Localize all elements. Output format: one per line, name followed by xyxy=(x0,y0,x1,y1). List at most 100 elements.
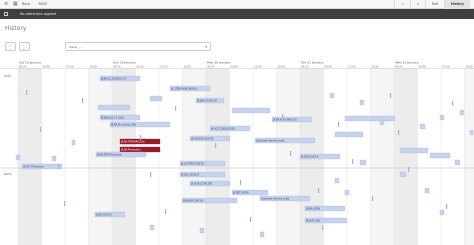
event-label: JE.BA.ALTAS xyxy=(305,208,321,211)
timeline: Sat 18 January 00:00 06:00 12:00 18:00 Sun 19… xyxy=(0,60,474,245)
page-title: History xyxy=(5,25,27,32)
event-label: JE.SET.GATAS xyxy=(232,192,249,195)
event-bar xyxy=(329,92,335,99)
event-tick xyxy=(175,106,177,111)
event-label: JK.BA.TRP Production xyxy=(96,154,123,157)
breadcrumb-basic[interactable]: Basic xyxy=(22,2,30,6)
history-button[interactable]: History xyxy=(443,0,470,9)
event-label: JE.SA.TRP2.CSEI.5A xyxy=(180,163,204,166)
event-bar xyxy=(334,131,364,138)
event-tick xyxy=(64,201,66,206)
hour-label: 12:00 xyxy=(254,65,262,69)
hour-label: 12:00 xyxy=(442,65,450,69)
event-tick xyxy=(282,114,284,119)
event-label: JK.ALTS.20000.3020 xyxy=(210,128,235,131)
event-bar xyxy=(231,107,271,114)
event-tick xyxy=(165,209,167,214)
selection-icon[interactable] xyxy=(4,12,8,16)
menu-icon[interactable]: ≡ xyxy=(4,1,9,7)
event-label: JK.BA.ALTS.ARA.200 xyxy=(272,119,297,122)
event-bar xyxy=(199,227,205,234)
event-bar xyxy=(429,152,451,159)
event-label: JK.JAALTA.200.5A xyxy=(182,200,204,203)
event-bar xyxy=(149,95,163,102)
event-bar xyxy=(359,99,365,106)
event-label: JK_1ZBA.RAN.20006.5 xyxy=(170,88,198,91)
event-tick xyxy=(250,217,252,222)
event-label: JK.ALTS.ALTS.A xyxy=(300,156,319,159)
event-label: JK.BA.200.5A xyxy=(95,214,112,217)
night-shade xyxy=(206,68,230,245)
event-bar xyxy=(97,104,131,111)
prev-button[interactable]: « ‹ xyxy=(5,42,16,51)
event-tick xyxy=(290,151,292,156)
hour-label: 06:00 xyxy=(325,65,333,69)
event-bar xyxy=(71,139,76,146)
event-bar xyxy=(424,187,430,194)
event-bar xyxy=(399,171,407,178)
event-label: JE.BAS.20100.5A xyxy=(196,100,217,103)
event-bar xyxy=(379,119,385,126)
event-bar xyxy=(359,159,367,166)
selection-status: No selections applied xyxy=(20,12,57,16)
event-tick xyxy=(82,98,84,103)
breadcrumb-current[interactable]: BOSS xyxy=(38,2,47,6)
evening-shade xyxy=(182,68,206,245)
event-tick xyxy=(390,93,392,98)
hour-label: 00:00 xyxy=(301,65,309,69)
grid-icon[interactable]: ▦ xyxy=(13,1,18,7)
event-bar xyxy=(15,154,21,161)
edit-button[interactable]: Edit xyxy=(424,0,444,9)
event-label: JE.BA.15.200501 A73 xyxy=(100,78,127,81)
event-label: JE.ALTS.CSTN.200 xyxy=(190,183,213,186)
event-label: Customer Service Lines xyxy=(261,198,290,201)
event-bar xyxy=(469,129,474,136)
event-tick xyxy=(150,172,152,177)
next-button[interactable]: › » xyxy=(19,42,30,51)
event-tick xyxy=(40,127,42,132)
top-toolbar: ≡ ▦ Basic BOSS ▭ ▯ Edit History xyxy=(0,0,474,9)
event-bar xyxy=(399,147,429,154)
event-bar xyxy=(344,115,396,122)
hour-label: 06:00 xyxy=(231,65,239,69)
event-label: JK.BA.Production.200 xyxy=(110,124,137,127)
hour-label: 18:00 xyxy=(184,65,192,69)
event-bar xyxy=(459,109,465,116)
bookmark-icon[interactable]: ▭ xyxy=(394,0,410,9)
chevron-down-icon: ▾ xyxy=(205,45,207,49)
event-label: JS.BA.Production xyxy=(120,149,141,152)
evening-shade xyxy=(464,68,474,245)
event-tick xyxy=(352,159,354,164)
hour-label: 18:00 xyxy=(466,65,474,69)
event-label: JE.ALTS.200 xyxy=(305,220,320,223)
event-tick xyxy=(318,188,320,193)
nav-controls: « ‹ › » xyxy=(5,42,33,51)
timeline-canvas: Sat 18 January00:00 06:00 12:00 18:00Sun 19… xyxy=(0,61,474,245)
event-bar xyxy=(439,114,445,121)
event-tick xyxy=(26,90,28,95)
hour-label: 12:00 xyxy=(348,65,356,69)
date-label: Sat 18 January xyxy=(19,61,41,65)
hour-label: 12:00 xyxy=(66,65,74,69)
event-bar xyxy=(51,155,57,162)
hour-label: 06:00 xyxy=(43,65,51,69)
event-label: JE.ALT.ALTA.200 2B xyxy=(190,138,214,141)
event-bar xyxy=(454,159,461,166)
event-bar xyxy=(259,231,265,238)
event-tick xyxy=(452,101,454,106)
selection-bar: No selections applied xyxy=(0,9,474,19)
hour-label: 06:00 xyxy=(419,65,427,69)
lane-label-alts: ALTS xyxy=(4,74,12,78)
hour-label: 00:00 xyxy=(19,65,27,69)
event-bar xyxy=(334,177,340,184)
event-bar xyxy=(439,209,445,216)
event-tick xyxy=(372,196,374,201)
date-label: Wed 22 January xyxy=(395,61,419,65)
hour-label: 00:00 xyxy=(395,65,403,69)
evening-shade xyxy=(276,68,300,245)
value-select[interactable]: Value_... ▾ xyxy=(65,42,211,51)
event-bar xyxy=(419,123,426,130)
event-tick xyxy=(408,167,410,172)
device-icon[interactable]: ▯ xyxy=(410,0,425,9)
event-tick xyxy=(398,130,400,135)
